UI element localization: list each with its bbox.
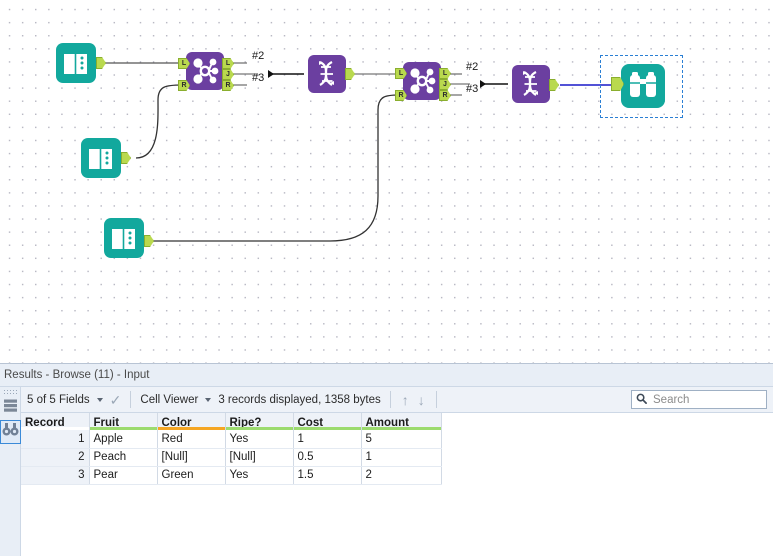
divider	[389, 391, 391, 408]
chevron-down-icon[interactable]	[96, 397, 103, 402]
table-row[interactable]: 1 Apple Red Yes 1 5	[21, 430, 442, 449]
book-icon	[80, 137, 122, 179]
search-icon	[636, 391, 647, 409]
join-icon	[186, 52, 224, 94]
cell-ripe[interactable]: Yes	[225, 430, 294, 449]
output-anchor[interactable]	[345, 68, 355, 80]
tool-unique-2[interactable]	[512, 65, 559, 108]
results-left-rail	[0, 387, 21, 556]
tool-join-1[interactable]: L R L J R	[178, 52, 234, 95]
cell-fruit[interactable]: Apple	[89, 430, 158, 449]
output-anchor[interactable]	[96, 57, 106, 69]
arrow-down-icon[interactable]: ↓	[416, 393, 427, 407]
results-panel: Results - Browse (11) - Input 5 of 5 Fie…	[0, 363, 773, 556]
records-status-label: 3 records displayed, 1358 bytes	[218, 393, 381, 406]
view-mode-label[interactable]: Cell Viewer	[140, 394, 198, 406]
search-box[interactable]	[631, 390, 767, 409]
divider	[130, 391, 132, 408]
tool-join-2[interactable]: L R L J R	[395, 62, 451, 105]
book-icon	[55, 42, 97, 84]
workflow-canvas[interactable]: L R L J R L R L J R #2 #3 #2 #3	[0, 0, 773, 363]
output-anchor-right[interactable]: R	[439, 90, 451, 101]
results-toolbar: 5 of 5 Fields ✓ Cell Viewer 3 records di…	[21, 387, 773, 413]
chevron-down-icon[interactable]	[205, 397, 212, 402]
helix-icon	[308, 55, 346, 97]
cell-ripe[interactable]: Yes	[225, 466, 294, 485]
column-type-bar	[225, 427, 293, 430]
cell-record: 3	[21, 466, 90, 485]
book-icon	[103, 217, 145, 259]
output-anchor[interactable]	[144, 235, 154, 247]
connection-label: #2	[466, 61, 479, 73]
binoculars-icon	[2, 422, 19, 442]
column-header-color[interactable]: Color	[157, 413, 226, 430]
column-type-bar	[157, 427, 225, 430]
cell-fruit[interactable]: Pear	[89, 466, 158, 485]
cell-color[interactable]: Red	[157, 430, 226, 449]
tool-input-data-1[interactable]	[55, 42, 106, 84]
cell-cost[interactable]: 0.5	[293, 448, 362, 467]
tool-input-data-2[interactable]	[80, 137, 131, 179]
check-icon[interactable]: ✓	[110, 393, 122, 407]
table-row[interactable]: 3 Pear Green Yes 1.5 2	[21, 466, 442, 485]
tool-input-data-3[interactable]	[103, 217, 154, 259]
output-anchor-right[interactable]: R	[222, 80, 234, 91]
cell-record: 1	[21, 430, 90, 449]
helix-icon	[512, 65, 550, 107]
output-anchor-left[interactable]: L	[439, 68, 451, 79]
cell-ripe[interactable]: [Null]	[225, 448, 294, 467]
column-type-bar	[21, 427, 89, 430]
cell-amount[interactable]: 1	[361, 448, 442, 467]
connection-label: #3	[252, 72, 265, 84]
cell-record: 2	[21, 448, 90, 467]
cell-fruit[interactable]: Peach	[89, 448, 158, 467]
results-title: Results - Browse (11) - Input	[4, 369, 150, 381]
drag-grip[interactable]	[2, 389, 18, 394]
results-table: Record Fruit Color Ripe? Cost Amount 1 A…	[21, 413, 442, 485]
binoculars-icon	[620, 63, 666, 109]
cell-color[interactable]: Green	[157, 466, 226, 485]
table-view-button[interactable]	[0, 396, 21, 420]
search-input[interactable]	[651, 392, 762, 407]
output-anchor-join[interactable]: J	[222, 69, 234, 80]
output-anchor[interactable]	[121, 152, 131, 164]
output-anchor[interactable]	[549, 79, 559, 91]
column-type-bar	[361, 427, 441, 430]
table-icon	[3, 398, 18, 418]
cell-color[interactable]: [Null]	[157, 448, 226, 467]
column-type-bar	[293, 427, 361, 430]
results-titlebar: Results - Browse (11) - Input	[0, 364, 773, 387]
browse-view-button[interactable]	[0, 420, 21, 444]
cell-cost[interactable]: 1.5	[293, 466, 362, 485]
column-type-bar	[89, 427, 157, 430]
column-header-fruit[interactable]: Fruit	[89, 413, 158, 430]
join-icon	[403, 62, 441, 104]
output-anchor-left[interactable]: L	[222, 58, 234, 69]
cell-amount[interactable]: 2	[361, 466, 442, 485]
alteryx-window: L R L J R L R L J R #2 #3 #2 #3 Results …	[0, 0, 773, 556]
column-header-record[interactable]: Record	[21, 413, 90, 430]
cell-amount[interactable]: 5	[361, 430, 442, 449]
tool-browse-1[interactable]	[611, 63, 666, 109]
fields-count-label[interactable]: 5 of 5 Fields	[27, 394, 90, 406]
connection-label: #2	[252, 50, 265, 62]
column-header-amount[interactable]: Amount	[361, 413, 442, 430]
tool-unique-1[interactable]	[308, 55, 355, 98]
column-header-cost[interactable]: Cost	[293, 413, 362, 430]
results-grid[interactable]: Record Fruit Color Ripe? Cost Amount 1 A…	[21, 413, 773, 556]
table-row[interactable]: 2 Peach [Null] [Null] 0.5 1	[21, 448, 442, 467]
table-header-row: Record Fruit Color Ripe? Cost Amount	[21, 413, 442, 430]
divider	[435, 391, 437, 408]
arrow-up-icon[interactable]: ↑	[400, 393, 411, 407]
output-anchor-join[interactable]: J	[439, 79, 451, 90]
connection-label: #3	[466, 83, 479, 95]
column-header-ripe[interactable]: Ripe?	[225, 413, 294, 430]
cell-cost[interactable]: 1	[293, 430, 362, 449]
